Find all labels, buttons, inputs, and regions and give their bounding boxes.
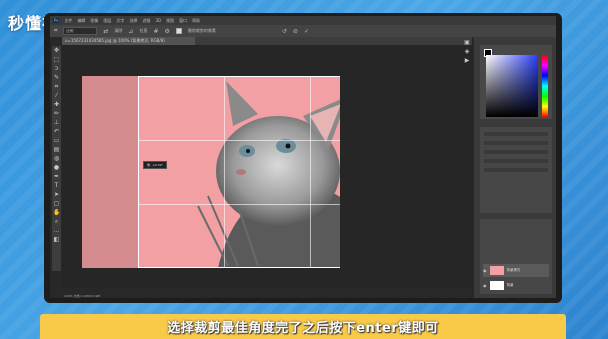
color-field[interactable]	[486, 55, 538, 117]
straighten-icon[interactable]: ⊿	[128, 28, 133, 35]
menu-item-view[interactable]: 视图	[166, 18, 174, 24]
delete-cropped-checkbox[interactable]	[175, 28, 182, 34]
cancel-icon[interactable]: ⊘	[293, 28, 298, 35]
type-tool-icon[interactable]: T	[53, 182, 60, 189]
document-tab[interactable]: u=1567231434585.jpg @ 100% (背景拷贝, RGB/8)	[62, 37, 195, 45]
path-select-icon[interactable]: ➤	[53, 191, 60, 198]
history-brush-icon[interactable]: ↶	[53, 128, 60, 135]
menu-bar: Ps 文件 编辑 图像 图层 文字 选择 滤镜 3D 视图 窗口 帮助	[50, 16, 556, 25]
property-row[interactable]	[484, 159, 548, 163]
more-tools-icon[interactable]: …	[53, 227, 60, 234]
menu-item-file[interactable]: 文件	[64, 18, 72, 24]
pen-tool-icon[interactable]: ✒	[53, 173, 60, 180]
menu-item-3d[interactable]: 3D	[155, 18, 161, 23]
property-row[interactable]	[484, 141, 548, 145]
straighten-label: 拉直	[139, 28, 148, 33]
reset-icon[interactable]: ↺	[282, 28, 287, 35]
eraser-tool-icon[interactable]: ▭	[53, 137, 60, 144]
layer-thumbnail	[489, 266, 504, 275]
status-bar: 100% 文档:1.10M/2.19M	[64, 294, 101, 298]
clear-button[interactable]: 清除	[114, 28, 122, 34]
menu-item-help[interactable]: 帮助	[192, 18, 200, 24]
hand-tool-icon[interactable]: ✋	[53, 209, 60, 216]
lasso-tool-icon[interactable]: ↄ	[53, 65, 60, 72]
outside-crop-region	[82, 76, 138, 268]
delete-cropped-label: 删除裁剪的像素	[187, 28, 216, 33]
swap-icon[interactable]: ⇄	[103, 28, 108, 35]
hue-slider[interactable]	[542, 55, 548, 117]
cat-photo[interactable]	[82, 76, 340, 268]
ratio-select[interactable]: 比例	[63, 27, 98, 35]
menu-item-filter[interactable]: 滤镜	[142, 18, 150, 24]
properties-panel	[480, 127, 552, 213]
healing-tool-icon[interactable]: ✚	[53, 101, 60, 108]
crop-tool-icon[interactable]: ⌗	[53, 83, 60, 90]
zoom-tool-icon[interactable]: ⌕	[53, 218, 60, 225]
shape-tool-icon[interactable]: ▢	[53, 200, 60, 207]
options-bar: ⌗ 比例 ⇄ 清除 ⊿ 拉直 # ⚙ 删除裁剪的像素 ↺ ⊘ ✓	[50, 25, 556, 37]
crop-box[interactable]	[138, 76, 340, 268]
right-panels: ◉ 背景拷贝 ◉ 背景	[474, 37, 556, 298]
commit-check-icon[interactable]: ✓	[304, 28, 309, 35]
properties-panel-icon[interactable]: ◈	[464, 48, 471, 55]
property-row[interactable]	[484, 150, 548, 154]
stamp-tool-icon[interactable]: ⊥	[53, 119, 60, 126]
tools-panel: ✥ ⬚ ↄ ✎ ⌗ ⁄ ✚ ✏ ⊥ ↶ ▭ ▤ ◍ ● ✒ T ➤ ▢ ✋ ⌕ …	[52, 46, 61, 271]
crop-tool-icon[interactable]: ⌗	[54, 27, 57, 35]
layer-row-copy[interactable]: ◉ 背景拷贝	[483, 264, 549, 277]
menu-item-window[interactable]: 窗口	[179, 18, 187, 24]
layer-thumbnail	[489, 281, 504, 290]
ps-app-icon: Ps	[53, 18, 60, 23]
layer-name: 背景	[506, 283, 514, 287]
eyedropper-tool-icon[interactable]: ⁄	[53, 92, 60, 99]
layer-row-background[interactable]: ◉ 背景	[483, 279, 549, 292]
gradient-tool-icon[interactable]: ▤	[53, 146, 60, 153]
visibility-eye-icon[interactable]: ◉	[483, 283, 487, 288]
layers-panel: ◉ 背景拷贝 ◉ 背景	[480, 219, 552, 294]
layer-name: 背景拷贝	[506, 268, 521, 272]
brush-tool-icon[interactable]: ✏	[53, 110, 60, 117]
subtitle-text: 选择裁剪最佳角度完了之后按下enter键即可	[167, 321, 439, 336]
color-swatches-icon[interactable]: ◧	[53, 236, 60, 243]
marquee-tool-icon[interactable]: ⬚	[53, 56, 60, 63]
move-tool-icon[interactable]: ✥	[53, 47, 60, 54]
overlay-grid-icon[interactable]: #	[153, 28, 158, 35]
rotation-tooltip: 角: -10.50°	[143, 161, 168, 169]
blur-tool-icon[interactable]: ◍	[53, 155, 60, 162]
dodge-tool-icon[interactable]: ●	[53, 164, 60, 171]
property-row[interactable]	[484, 168, 548, 172]
quick-select-tool-icon[interactable]: ✎	[53, 74, 60, 81]
photoshop-window: Ps 文件 编辑 图像 图层 文字 选择 滤镜 3D 视图 窗口 帮助 ⌗ 比例…	[50, 16, 556, 298]
subtitle-bar: 选择裁剪最佳角度完了之后按下enter键即可	[40, 314, 566, 339]
settings-gear-icon[interactable]: ⚙	[164, 28, 169, 35]
visibility-eye-icon[interactable]: ◉	[483, 268, 487, 273]
collapsed-panel-icons: ▣ ◈ ▶	[463, 38, 471, 66]
menu-item-edit[interactable]: 编辑	[77, 18, 85, 24]
property-row[interactable]	[484, 132, 548, 136]
color-picker-panel	[480, 45, 552, 119]
menu-item-layer[interactable]: 图层	[103, 18, 111, 24]
menu-item-select[interactable]: 选择	[129, 18, 137, 24]
history-panel-icon[interactable]: ▣	[464, 39, 471, 46]
menu-item-image[interactable]: 图像	[90, 18, 98, 24]
menu-item-type[interactable]: 文字	[116, 18, 124, 24]
actions-panel-icon[interactable]: ▶	[464, 57, 471, 64]
